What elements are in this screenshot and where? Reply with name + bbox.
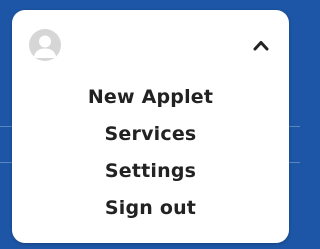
user-avatar-icon[interactable]: [29, 29, 61, 61]
menu-item-services[interactable]: Services: [12, 116, 289, 153]
chevron-up-icon: [253, 39, 269, 51]
account-menu-panel: New Applet Services Settings Sign out: [12, 10, 289, 243]
menu-item-sign-out[interactable]: Sign out: [12, 190, 289, 227]
menu-item-new-applet[interactable]: New Applet: [12, 79, 289, 116]
menu-item-settings[interactable]: Settings: [12, 153, 289, 190]
account-menu: New Applet Services Settings Sign out: [12, 79, 289, 227]
collapse-menu-button[interactable]: [249, 36, 273, 54]
